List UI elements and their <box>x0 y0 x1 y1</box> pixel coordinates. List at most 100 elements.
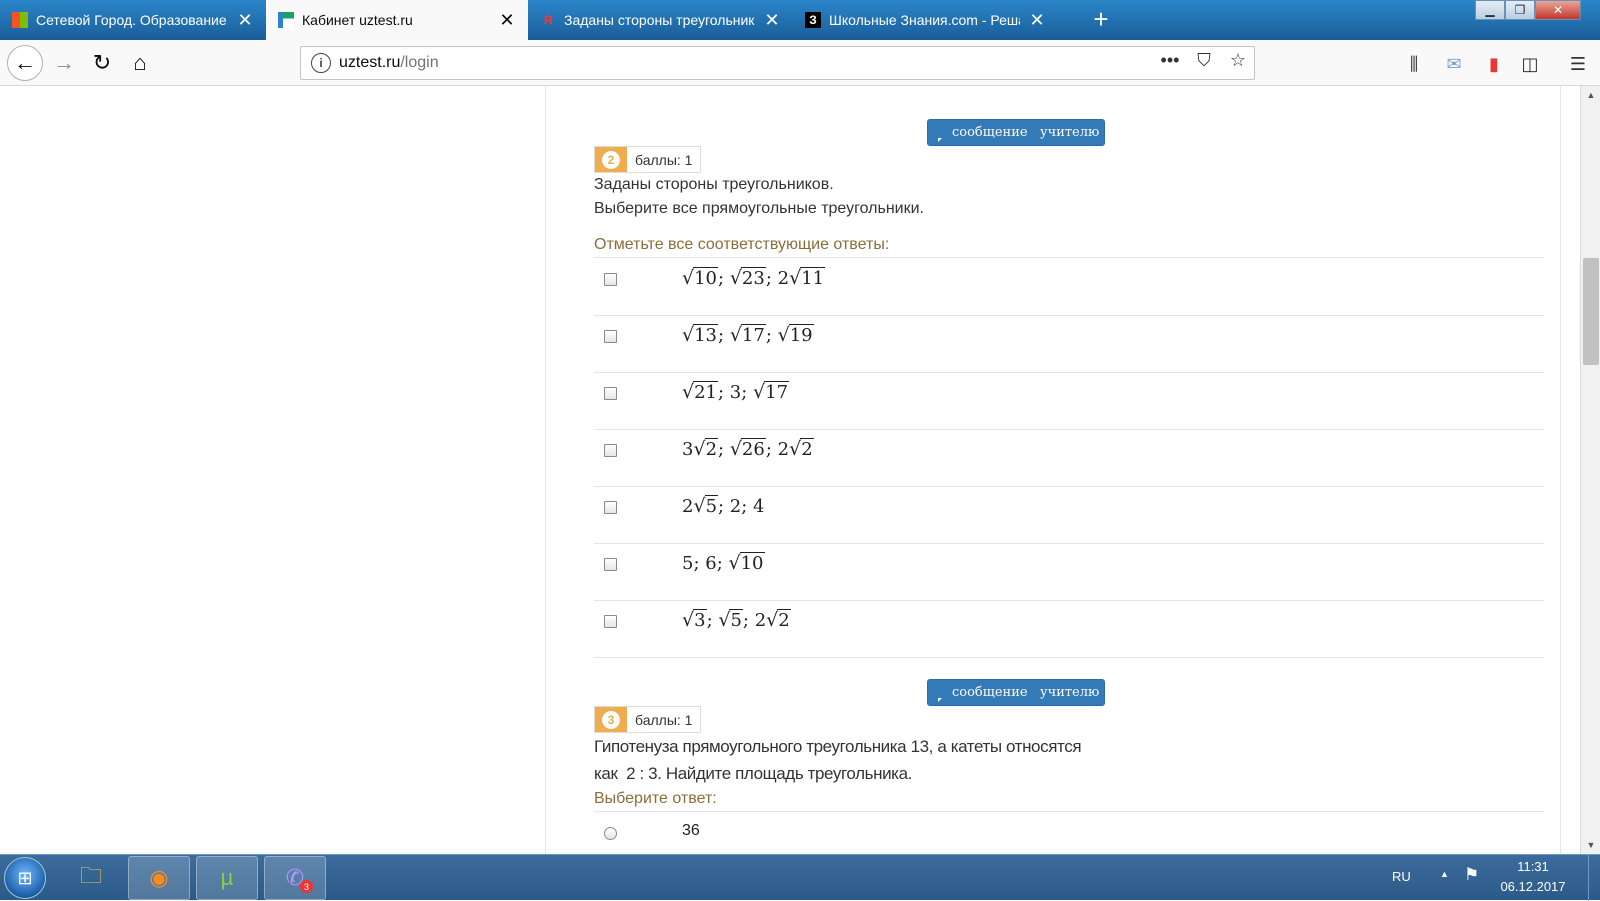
answer-option[interactable]: √ 21; 3; √ 17 <box>594 373 1544 430</box>
divider <box>594 811 1544 812</box>
answer-option[interactable]: 3 √ 2; √ 26; 2 √ 2 <box>594 430 1544 487</box>
close-icon[interactable]: ✕ <box>1028 10 1046 31</box>
forward-button[interactable]: → <box>48 47 80 79</box>
points-label: баллы: 1 <box>635 151 693 168</box>
message-teacher-button[interactable]: сообщение учителю <box>927 119 1105 146</box>
maximize-button[interactable]: ❐ <box>1505 0 1535 20</box>
back-button[interactable]: ← <box>7 45 43 81</box>
new-tab-button[interactable]: + <box>1088 4 1114 36</box>
url-path: /login <box>400 54 439 71</box>
vertical-scrollbar[interactable]: ▲ ▼ <box>1580 86 1600 854</box>
znanija-icon: З <box>805 12 821 28</box>
windows-taskbar: ⊞ 🗀 ◉ µ ✆ 3 RU ▲ ⚑ 11:31 06.12.2017 <box>0 854 1600 901</box>
square-root: √ 17 <box>753 381 790 403</box>
square-root: √ 5 <box>718 609 743 631</box>
menu-icon[interactable]: ☰ <box>1566 52 1590 76</box>
scroll-up-icon[interactable]: ▲ <box>1581 90 1600 100</box>
tab-bar: Сетевой Город. Образование. / ✕ Кабинет … <box>0 0 1600 40</box>
window-controls: ▁ ❐ ✕ <box>1475 0 1581 22</box>
square-root: √ 10 <box>728 552 765 574</box>
content-right-border <box>1560 86 1561 854</box>
close-window-button[interactable]: ✕ <box>1535 0 1581 20</box>
tab-yandex[interactable]: Я Заданы стороны треугольнико ✕ <box>528 0 793 40</box>
answer-option[interactable]: √ 13; √ 17; √ 19 <box>594 316 1544 373</box>
answer-radio[interactable] <box>604 827 617 840</box>
square-root: √ 2 <box>693 438 719 460</box>
answer-option[interactable]: 2 √ 5; 2; 4 <box>594 487 1544 544</box>
answer-math: √ 21; 3; √ 17 <box>682 381 790 403</box>
answer-checkbox[interactable] <box>604 615 617 628</box>
radio-option[interactable]: 36 <box>594 813 1544 854</box>
question-number: 2 <box>602 150 620 169</box>
square-root: √ 26 <box>729 438 766 460</box>
minimize-button[interactable]: ▁ <box>1475 0 1505 20</box>
page-content: сообщение учителю 2 баллы: 1 Заданы стор… <box>0 86 1580 854</box>
answer-math: 3 √ 2; √ 26; 2 √ 2 <box>682 438 814 460</box>
page-actions-button[interactable]: ••• <box>1158 48 1182 72</box>
square-root: √ 3 <box>682 609 707 631</box>
square-root: √ 19 <box>777 324 814 346</box>
question-points-badge: 2 баллы: 1 <box>594 146 702 173</box>
mail-icon[interactable]: ✉ <box>1442 52 1466 76</box>
square-root: √ 13 <box>682 324 719 346</box>
answer-math: √ 10; √ 23; 2 √ 11 <box>682 267 826 289</box>
scroll-down-icon[interactable]: ▼ <box>1581 840 1600 850</box>
uztest-icon <box>278 12 294 28</box>
yandex-bookmark-icon[interactable]: ▮ <box>1482 52 1506 76</box>
answer-checkbox[interactable] <box>604 501 617 514</box>
navigation-bar: ← → ↻ ⌂ i uztest.ru/login ••• ⛉ ☆ ⫼ ✉ ▮ … <box>0 40 1600 86</box>
question-text: Заданы стороны треугольников. Выберите в… <box>594 176 924 217</box>
square-root: √ 11 <box>789 267 826 289</box>
close-icon[interactable]: ✕ <box>236 10 254 31</box>
info-icon[interactable]: i <box>311 53 331 73</box>
close-icon[interactable]: ✕ <box>763 10 781 31</box>
home-icon[interactable]: ⌂ <box>124 47 156 79</box>
explorer-icon[interactable]: 🗀 <box>60 856 122 900</box>
answer-checkbox[interactable] <box>604 273 617 286</box>
firefox-icon[interactable]: ◉ <box>128 856 190 900</box>
answer-math: √ 13; √ 17; √ 19 <box>682 324 814 346</box>
answer-option[interactable]: 5; 6; √ 10 <box>594 544 1544 601</box>
yandex-icon: Я <box>543 13 553 27</box>
question-number: 3 <box>602 710 620 729</box>
answer-hint: Отметьте все соответствующие ответы: <box>594 236 890 253</box>
start-button[interactable]: ⊞ <box>4 857 46 899</box>
viber-icon[interactable]: ✆ 3 <box>264 856 326 900</box>
answer-checkbox[interactable] <box>604 387 617 400</box>
show-hidden-icons[interactable]: ▲ <box>1440 869 1449 879</box>
message-teacher-button[interactable]: сообщение учителю <box>927 679 1105 706</box>
question-points-badge: 3 баллы: 1 <box>594 706 702 733</box>
reload-button[interactable]: ↻ <box>86 47 118 79</box>
square-root: √ 10 <box>682 267 719 289</box>
windows-flag-icon <box>12 12 28 28</box>
bookmark-star-icon[interactable]: ☆ <box>1226 48 1250 72</box>
language-indicator[interactable]: RU <box>1392 869 1411 884</box>
scrollbar-thumb[interactable] <box>1583 258 1599 365</box>
square-root: √ 2 <box>789 438 814 460</box>
answer-checkbox[interactable] <box>604 330 617 343</box>
sidebar-icon[interactable]: ◫ <box>1518 52 1542 76</box>
square-root: √ 21 <box>682 381 719 403</box>
action-center-flag-icon[interactable]: ⚑ <box>1464 865 1479 885</box>
pocket-icon[interactable]: ⛉ <box>1192 48 1216 72</box>
answer-checkbox[interactable] <box>604 558 617 571</box>
points-label: баллы: 1 <box>635 711 693 728</box>
answer-option[interactable]: √ 3; √ 5; 2 √ 2 <box>594 601 1544 658</box>
answer-option[interactable]: √ 10; √ 23; 2 √ 11 <box>594 259 1544 316</box>
url-bar[interactable]: i uztest.ru/login <box>300 46 1255 80</box>
show-desktop-button[interactable] <box>1588 855 1600 901</box>
tab-znanija[interactable]: З Школьные Знания.com - Решае ✕ <box>793 0 1058 40</box>
utorrent-icon[interactable]: µ <box>196 856 258 900</box>
notification-badge: 3 <box>300 880 313 893</box>
square-root: √ 17 <box>729 324 766 346</box>
square-root: √ 2 <box>766 609 791 631</box>
clock[interactable]: 11:31 06.12.2017 <box>1488 857 1578 897</box>
library-icon[interactable]: ⫼ <box>1402 52 1426 76</box>
answer-checkbox[interactable] <box>604 444 617 457</box>
url-host: uztest.ru <box>339 54 401 71</box>
close-icon[interactable]: ✕ <box>498 10 516 31</box>
tab-setevoy-gorod[interactable]: Сетевой Город. Образование. / ✕ <box>0 0 266 40</box>
tab-uztest[interactable]: Кабинет uztest.ru ✕ <box>266 0 528 40</box>
square-root: √ 5 <box>693 495 719 517</box>
answer-hint: Выберите ответ: <box>594 790 717 807</box>
